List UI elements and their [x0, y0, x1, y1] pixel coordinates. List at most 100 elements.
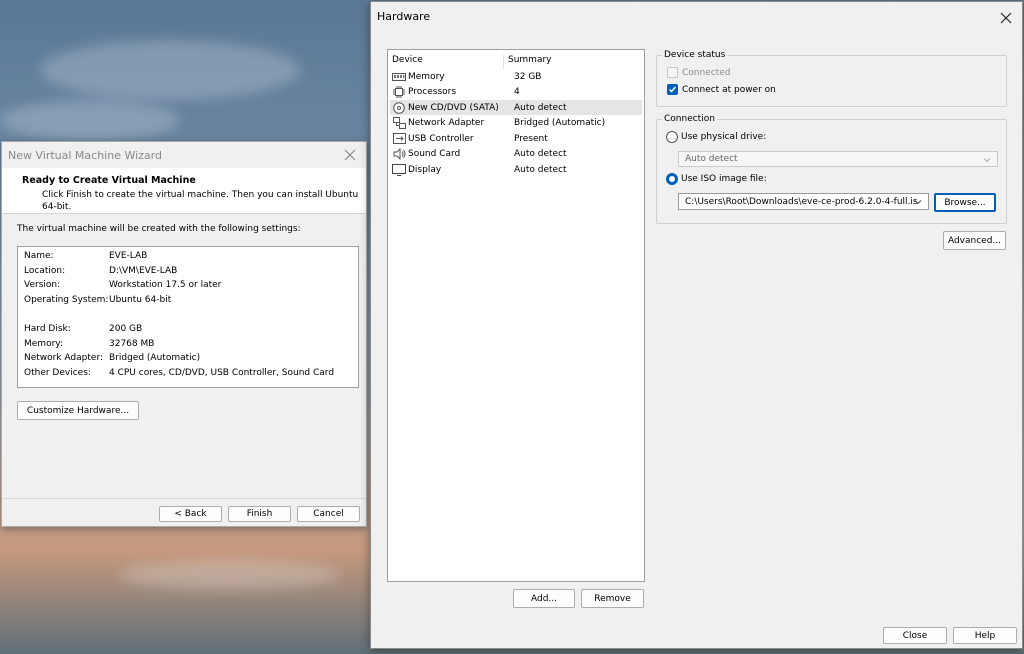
- network-icon: [392, 116, 406, 129]
- add-device-button[interactable]: Add...: [513, 589, 575, 608]
- connection-label: Connection: [662, 114, 717, 124]
- use-physical-drive-radio[interactable]: Use physical drive:: [666, 131, 766, 143]
- settings-value: EVE-LAB: [109, 251, 148, 261]
- chevron-down-icon: [983, 158, 991, 163]
- customize-hardware-button[interactable]: Customize Hardware...: [17, 401, 139, 420]
- settings-row: Hard Disk: 200 GB: [24, 324, 142, 338]
- device-list: Device Summary Memory 32 GB Processors 4…: [387, 49, 645, 582]
- settings-summary-box: Name: EVE-LAB Location: D:\VM\EVE-LAB Vers…: [17, 246, 359, 388]
- hardware-dialog: Hardware Device Summary Memory 32 GB Pro…: [370, 1, 1023, 649]
- settings-value: D:\VM\EVE-LAB: [109, 266, 178, 276]
- cancel-button[interactable]: Cancel: [297, 506, 360, 522]
- device-row-display[interactable]: Display Auto detect: [390, 162, 642, 177]
- settings-key: Version:: [24, 280, 61, 290]
- hardware-title: Hardware: [377, 10, 431, 23]
- connect-at-power-on-label: Connect at power on: [682, 84, 776, 95]
- device-name: Processors: [408, 86, 457, 97]
- device-status-label: Device status: [662, 50, 728, 60]
- settings-value: Bridged (Automatic): [109, 353, 201, 363]
- checkbox-box: [667, 67, 678, 78]
- device-summary: 4: [514, 86, 520, 97]
- device-status-group: Device status Connected Connect at power…: [656, 50, 1007, 107]
- advanced-button[interactable]: Advanced...: [943, 231, 1006, 250]
- cloud: [120, 560, 340, 590]
- settings-row: Location: D:\VM\EVE-LAB: [24, 266, 177, 280]
- settings-row: Operating System: Ubuntu 64-bit: [24, 295, 171, 309]
- settings-row: Memory: 32768 MB: [24, 339, 154, 353]
- settings-key: Operating System:: [24, 295, 109, 305]
- settings-value: 200 GB: [109, 324, 143, 334]
- use-physical-drive-label: Use physical drive:: [681, 132, 767, 142]
- memory-icon: [392, 71, 406, 83]
- checkmark-icon: [667, 84, 678, 95]
- use-iso-image-label: Use ISO image file:: [681, 174, 767, 184]
- device-summary: Auto detect: [514, 148, 567, 159]
- settings-row: Network Adapter: Bridged (Automatic): [24, 353, 200, 367]
- settings-value: 32768 MB: [109, 339, 155, 349]
- column-header-device[interactable]: Device: [392, 55, 504, 69]
- cloud: [0, 100, 180, 140]
- radio-button-selected: [666, 173, 678, 185]
- remove-device-button[interactable]: Remove: [581, 589, 644, 608]
- physical-drive-value: Auto detect: [685, 154, 738, 164]
- connect-at-power-on-checkbox[interactable]: Connect at power on: [667, 84, 776, 95]
- physical-drive-select[interactable]: Auto detect: [678, 151, 998, 167]
- device-summary: 32 GB: [514, 71, 542, 82]
- finish-button[interactable]: Finish: [228, 506, 291, 522]
- device-name: New CD/DVD (SATA): [408, 102, 499, 113]
- settings-row: Other Devices: 4 CPU cores, CD/DVD, USB C…: [24, 368, 334, 382]
- radio-button: [666, 131, 678, 143]
- iso-path-value: C:\Users\Root\Downloads\eve-ce-prod-6.2.…: [685, 196, 918, 207]
- device-row-processors[interactable]: Processors 4: [390, 84, 642, 99]
- device-list-header: Device Summary: [392, 55, 644, 69]
- device-summary: Present: [514, 133, 548, 144]
- wizard-intro: The virtual machine will be created with…: [17, 224, 301, 234]
- browse-button[interactable]: Browse...: [934, 193, 996, 212]
- device-name: Display: [408, 164, 442, 175]
- settings-key: Hard Disk:: [24, 324, 71, 334]
- settings-row: Version: Workstation 17.5 or later: [24, 280, 221, 294]
- speaker-icon: [392, 147, 406, 160]
- wizard-title: New Virtual Machine Wizard: [2, 142, 366, 168]
- help-button[interactable]: Help: [953, 627, 1017, 644]
- connected-checkbox[interactable]: Connected: [667, 67, 730, 78]
- device-row-cd-dvd[interactable]: New CD/DVD (SATA) Auto detect: [390, 100, 642, 115]
- device-name: USB Controller: [408, 133, 474, 144]
- device-summary: Auto detect: [514, 102, 567, 113]
- device-row-sound-card[interactable]: Sound Card Auto detect: [390, 146, 642, 161]
- wizard-header: Ready to Create Virtual Machine Click Fi…: [2, 168, 366, 214]
- settings-key: Memory:: [24, 339, 63, 349]
- new-vm-wizard-window: New Virtual Machine Wizard Ready to Crea…: [1, 141, 367, 527]
- settings-key: Network Adapter:: [24, 353, 104, 363]
- cd-dvd-icon: [392, 101, 406, 114]
- wizard-header-subtitle: Click Finish to create the virtual machi…: [42, 190, 359, 212]
- device-summary: Bridged (Automatic): [514, 117, 606, 128]
- divider: [2, 498, 366, 499]
- column-header-summary[interactable]: Summary: [508, 55, 552, 69]
- close-icon[interactable]: [342, 147, 358, 163]
- device-name: Network Adapter: [408, 117, 485, 128]
- settings-value: Ubuntu 64-bit: [109, 295, 172, 305]
- device-name: Memory: [408, 71, 445, 82]
- monitor-icon: [392, 163, 406, 176]
- use-iso-image-radio[interactable]: Use ISO image file:: [666, 173, 767, 185]
- usb-icon: [392, 133, 406, 145]
- close-icon[interactable]: [998, 10, 1014, 26]
- device-row-usb-controller[interactable]: USB Controller Present: [390, 131, 642, 146]
- device-summary: Auto detect: [514, 164, 567, 175]
- settings-key: Location:: [24, 266, 66, 276]
- chevron-down-icon: [914, 200, 922, 205]
- connection-group: Connection Use physical drive: Auto dete…: [656, 114, 1007, 224]
- device-row-memory[interactable]: Memory 32 GB: [390, 69, 642, 84]
- settings-key: Other Devices:: [24, 368, 91, 378]
- cloud: [40, 40, 300, 100]
- settings-key: Name:: [24, 251, 54, 261]
- device-row-network-adapter[interactable]: Network Adapter Bridged (Automatic): [390, 115, 642, 130]
- processor-icon: [392, 85, 406, 98]
- wizard-header-title: Ready to Create Virtual Machine: [22, 175, 196, 186]
- settings-value: Workstation 17.5 or later: [109, 280, 222, 290]
- close-button[interactable]: Close: [883, 627, 947, 644]
- connected-label: Connected: [682, 67, 731, 78]
- back-button[interactable]: < Back: [159, 506, 222, 522]
- iso-path-combobox[interactable]: C:\Users\Root\Downloads\eve-ce-prod-6.2.…: [678, 193, 929, 210]
